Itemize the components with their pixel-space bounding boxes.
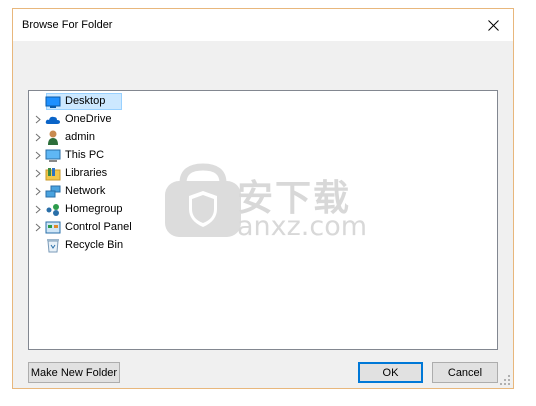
make-new-folder-button[interactable]: Make New Folder — [28, 362, 120, 383]
tree-item-label: Homegroup — [65, 203, 123, 215]
pc-icon — [45, 148, 61, 164]
cancel-button[interactable]: Cancel — [432, 362, 498, 383]
folder-tree[interactable]: Desktop OneDrive admin This PC Libraries… — [28, 90, 498, 350]
watermark-cn-text: 安下载 — [237, 178, 352, 219]
browse-for-folder-dialog: Browse For Folder Desktop OneDrive admin… — [12, 8, 514, 389]
ok-button[interactable]: OK — [358, 362, 423, 383]
tree-item-label: Network — [65, 185, 106, 197]
tree-item-network[interactable]: Network — [29, 183, 229, 200]
tree-item-desktop[interactable]: Desktop — [29, 93, 229, 110]
homegroup-icon — [45, 202, 61, 218]
tree-item-label: Control Panel — [65, 221, 132, 233]
close-icon — [487, 19, 499, 31]
tree-item-label: Libraries — [65, 167, 108, 179]
user-icon — [45, 130, 61, 146]
chevron-right-icon[interactable] — [34, 201, 42, 218]
tree-item-admin[interactable]: admin — [29, 129, 229, 146]
tree-item-homegroup[interactable]: Homegroup — [29, 201, 229, 218]
tree-item-label: admin — [65, 131, 95, 143]
desktop-icon — [45, 94, 61, 110]
chevron-right-icon[interactable] — [34, 183, 42, 200]
tree-item-onedrive[interactable]: OneDrive — [29, 111, 229, 128]
resize-grip-icon[interactable] — [500, 375, 510, 385]
onedrive-icon — [45, 112, 61, 128]
close-button[interactable] — [473, 9, 513, 41]
tree-item-label: Desktop — [65, 95, 106, 107]
libraries-icon — [45, 166, 61, 182]
chevron-right-icon[interactable] — [34, 219, 42, 236]
tree-item-libraries[interactable]: Libraries — [29, 165, 229, 182]
chevron-right-icon[interactable] — [34, 129, 42, 146]
tree-item-label: Recycle Bin — [65, 239, 124, 251]
title-bar[interactable]: Browse For Folder — [13, 9, 513, 41]
recycle-bin-icon — [45, 238, 61, 254]
tree-item-label: This PC — [65, 149, 105, 161]
tree-item-control-panel[interactable]: Control Panel — [29, 219, 229, 236]
control-panel-icon — [45, 220, 61, 236]
chevron-right-icon[interactable] — [34, 165, 42, 182]
watermark-latin-text: anxz.com — [237, 211, 368, 242]
tree-item-this-pc[interactable]: This PC — [29, 147, 229, 164]
tree-item-recycle-bin[interactable]: Recycle Bin — [29, 237, 229, 254]
chevron-right-icon[interactable] — [34, 147, 42, 164]
dialog-title: Browse For Folder — [22, 19, 113, 31]
tree-item-label: OneDrive — [65, 113, 112, 125]
chevron-right-icon[interactable] — [34, 111, 42, 128]
network-icon — [45, 184, 61, 200]
